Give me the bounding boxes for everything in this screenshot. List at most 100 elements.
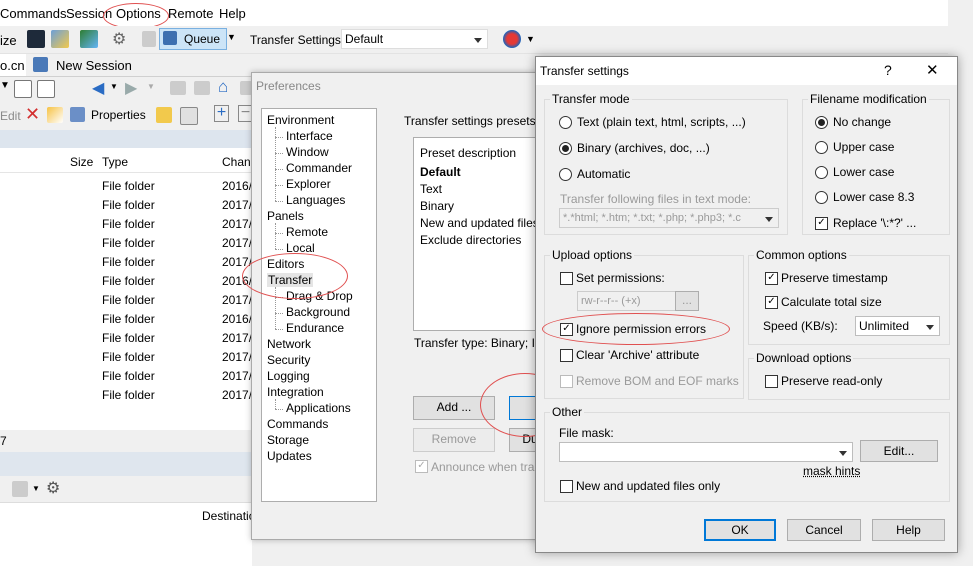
set-permissions-checkbox[interactable]	[560, 272, 573, 285]
help-icon[interactable]: ?	[884, 62, 892, 78]
help-button[interactable]: Help	[872, 519, 945, 541]
tree-item[interactable]: Updates	[267, 449, 312, 463]
console-icon[interactable]	[27, 30, 45, 48]
mask-hints-link[interactable]: mask hints	[803, 464, 860, 478]
parent-folder-icon[interactable]	[170, 81, 186, 95]
path-dropdown-icon[interactable]: ▼	[0, 80, 10, 91]
table-row[interactable]: File folder 2016/	[0, 176, 252, 195]
preferences-tree[interactable]: Environment Interface Window Commander Explo…	[261, 108, 377, 502]
transfer-settings-select[interactable]: Default	[341, 29, 488, 49]
tree-item[interactable]: Background	[286, 305, 350, 319]
tree-item[interactable]: Panels	[267, 209, 304, 223]
menu-commands[interactable]: Commands	[0, 6, 66, 21]
table-row[interactable]: File folder 2017/	[0, 290, 252, 309]
table-row[interactable]: File folder 2017/	[0, 328, 252, 347]
file-mask-combo[interactable]	[559, 442, 853, 462]
folder-filter-icon[interactable]	[14, 80, 32, 98]
table-row[interactable]: File folder 2017/	[0, 252, 252, 271]
column-size[interactable]: Size	[70, 155, 93, 169]
tab-new-session[interactable]: New Session	[28, 54, 132, 76]
cancel-button[interactable]: Cancel	[787, 519, 861, 541]
table-row[interactable]: File folder 2017/	[0, 366, 252, 385]
file-mask-edit-button[interactable]: Edit...	[860, 440, 938, 462]
text-mode-radio[interactable]	[559, 116, 572, 129]
permissions-button[interactable]: ...	[675, 291, 699, 311]
preferences-icon[interactable]	[503, 30, 521, 48]
table-row[interactable]: File folder 2017/	[0, 214, 252, 233]
tree-item[interactable]: Network	[267, 337, 311, 351]
tree-item[interactable]: Explorer	[286, 177, 331, 191]
no-change-radio[interactable]	[815, 116, 828, 129]
home-icon[interactable]: ⌂	[218, 77, 228, 97]
column-type[interactable]: Type	[102, 155, 128, 169]
tree-item[interactable]: Storage	[267, 433, 309, 447]
clipboard-icon[interactable]	[142, 31, 156, 47]
menu-remote[interactable]: Remote	[168, 6, 214, 21]
new-updated-only-checkbox[interactable]	[560, 480, 573, 493]
automatic-mode-radio[interactable]	[559, 168, 572, 181]
preset-item[interactable]: Default	[420, 165, 461, 179]
gear-icon[interactable]: ⚙	[112, 29, 126, 49]
queue-button[interactable]: Queue	[159, 28, 227, 50]
table-row[interactable]: File folder 2017/	[0, 385, 252, 404]
table-row[interactable]: File folder 2017/	[0, 347, 252, 366]
tree-item[interactable]: Integration	[267, 385, 324, 399]
permissions-field[interactable]: rw-r--r-- (+x)	[577, 291, 677, 311]
back-arrow-icon[interactable]: ◀	[92, 78, 104, 98]
preserve-readonly-checkbox[interactable]	[765, 375, 778, 388]
back-dropdown-icon[interactable]: ▼	[110, 82, 118, 91]
root-folder-icon[interactable]	[194, 81, 210, 95]
remove-bom-checkbox[interactable]	[560, 375, 573, 388]
preserve-timestamp-checkbox[interactable]: ✓	[765, 272, 778, 285]
queue-list[interactable]: Destinatio	[0, 502, 255, 566]
table-row[interactable]: File folder 2017/	[0, 233, 252, 252]
forward-arrow-icon[interactable]: ▶	[125, 78, 137, 98]
menu-help[interactable]: Help	[219, 6, 246, 21]
filter-icon[interactable]	[37, 80, 55, 98]
calculate-size-checkbox[interactable]: ✓	[765, 296, 778, 309]
new-folder-icon[interactable]	[156, 107, 172, 123]
edit-label[interactable]: Edit	[0, 109, 21, 123]
new-file-icon[interactable]	[180, 107, 198, 125]
tree-item[interactable]: Languages	[286, 193, 345, 207]
clear-archive-checkbox[interactable]	[560, 349, 573, 362]
table-row[interactable]: File folder 2017/	[0, 195, 252, 214]
lower-case-radio[interactable]	[815, 166, 828, 179]
tab-host[interactable]: o.cn	[0, 54, 26, 76]
ok-button[interactable]: OK	[704, 519, 776, 541]
presets-list[interactable]: Preset description Default Text Binary New …	[413, 137, 555, 331]
tree-item[interactable]: Interface	[286, 129, 333, 143]
select-all-icon[interactable]: +	[214, 105, 229, 122]
tree-item[interactable]: Commander	[286, 161, 352, 175]
rename-icon[interactable]	[47, 107, 63, 123]
tree-item[interactable]: Remote	[286, 225, 328, 239]
tree-item[interactable]: Logging	[267, 369, 310, 383]
destination-column[interactable]: Destinatio	[202, 509, 255, 523]
upper-case-radio[interactable]	[815, 141, 828, 154]
forward-dropdown-icon[interactable]: ▼	[147, 82, 155, 91]
refresh-icon[interactable]	[80, 30, 98, 48]
replace-chars-checkbox[interactable]: ✓	[815, 217, 828, 230]
preset-item[interactable]: New and updated files o	[420, 216, 549, 230]
preset-item[interactable]: Binary	[420, 199, 454, 213]
preset-item[interactable]: Exclude directories	[420, 233, 521, 247]
close-icon[interactable]: ✕	[926, 61, 939, 79]
announce-checkbox[interactable]: ✓	[415, 460, 428, 473]
synchronize-icon[interactable]	[51, 30, 69, 48]
lower-case-83-radio[interactable]	[815, 191, 828, 204]
binary-mode-radio[interactable]	[559, 142, 572, 155]
tree-item[interactable]: Applications	[286, 401, 351, 415]
tree-item[interactable]: Endurance	[286, 321, 344, 335]
table-row[interactable]: File folder 2016/	[0, 271, 252, 290]
tree-item[interactable]: Environment	[267, 113, 334, 127]
queue-item-icon[interactable]	[12, 481, 28, 497]
tree-item[interactable]: Commands	[267, 417, 328, 431]
remove-preset-button[interactable]: Remove	[413, 428, 495, 452]
text-mode-files-combo[interactable]: *.*html; *.htm; *.txt; *.php; *.php3; *.…	[559, 208, 779, 228]
speed-combo[interactable]: Unlimited	[855, 316, 940, 336]
queue-settings-gear-icon[interactable]: ⚙	[46, 478, 60, 498]
tree-item[interactable]: Security	[267, 353, 310, 367]
preferences-dropdown-icon[interactable]: ▼	[526, 34, 535, 44]
tree-item[interactable]: Window	[286, 145, 329, 159]
remote-file-list[interactable]: Size Type Chang File folder 2016/File fol…	[0, 130, 257, 430]
